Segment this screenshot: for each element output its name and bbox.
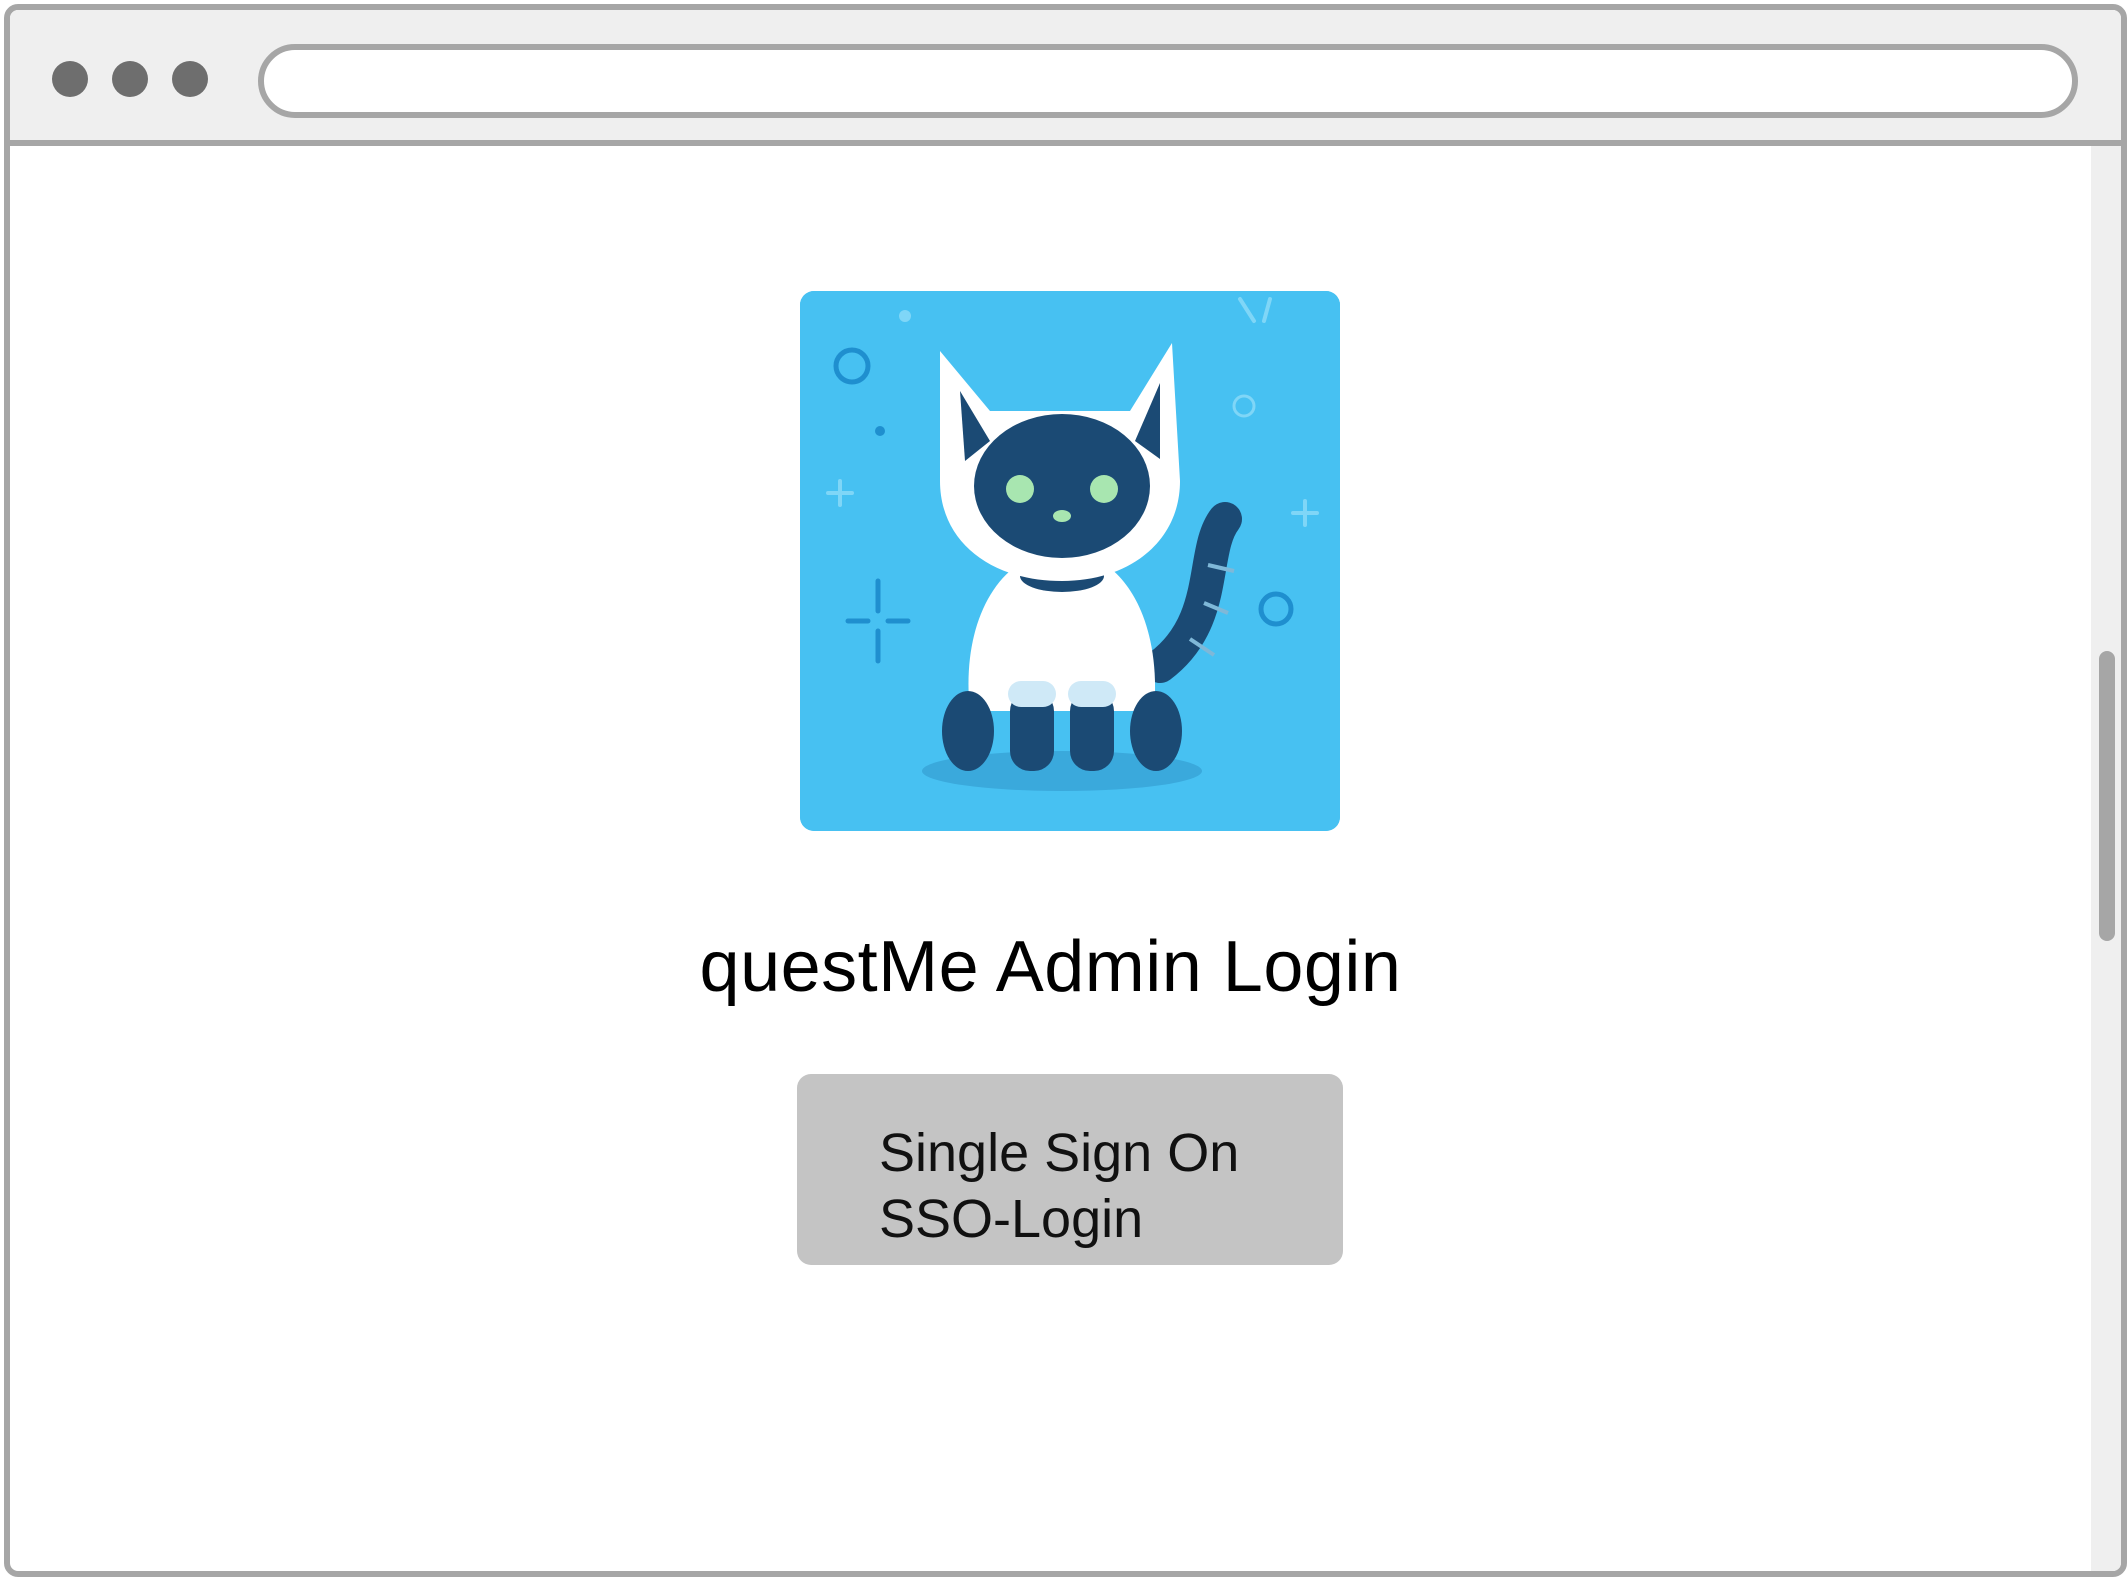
scrollbar-thumb[interactable] xyxy=(2099,651,2115,941)
sso-button-label-line1: Single Sign On xyxy=(879,1122,1240,1183)
page-title: questMe Admin Login xyxy=(699,927,1402,1007)
sso-button-label-line2: SSO-Login xyxy=(879,1188,1144,1249)
robot-cat-image xyxy=(800,291,1340,831)
window-close-dot-icon[interactable] xyxy=(52,61,88,97)
robot-cat-icon xyxy=(800,291,1340,831)
browser-window: questMe Admin Login Single Sign On SSO-L… xyxy=(4,4,2127,1577)
window-minimize-dot-icon[interactable] xyxy=(112,61,148,97)
sso-login-button[interactable]: Single Sign On SSO-Login xyxy=(797,1074,1343,1265)
browser-titlebar xyxy=(10,10,2121,146)
window-maximize-dot-icon[interactable] xyxy=(172,61,208,97)
address-bar[interactable] xyxy=(258,44,2078,118)
vertical-scrollbar[interactable] xyxy=(2091,146,2121,1571)
page-content: questMe Admin Login Single Sign On SSO-L… xyxy=(10,146,2091,1571)
